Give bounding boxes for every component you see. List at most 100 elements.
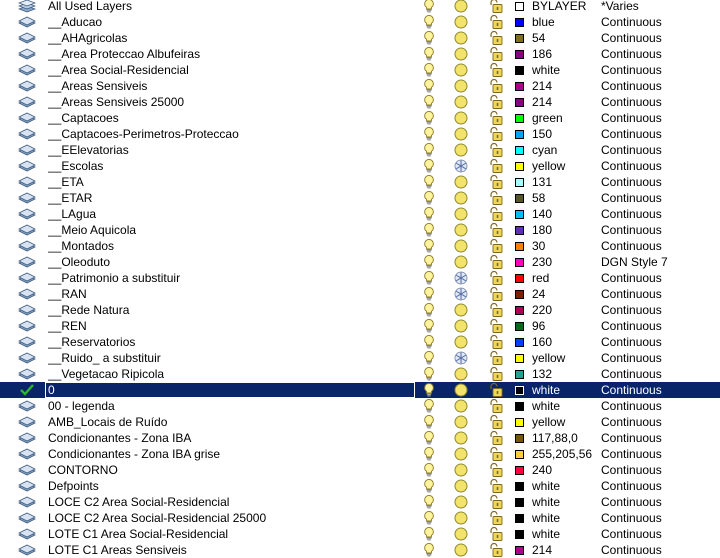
lightbulb-icon[interactable] [422, 334, 438, 350]
lock-icon[interactable] [488, 78, 504, 94]
layer-color-name[interactable]: white [532, 478, 596, 494]
sun-icon[interactable] [453, 190, 469, 206]
layer-icon[interactable] [18, 398, 44, 414]
layer-row[interactable]: Condicionantes - Zona IBA grise 255,205,… [0, 446, 720, 462]
snowflake-icon[interactable] [453, 158, 469, 174]
layer-name[interactable]: Condicionantes - Zona IBA grise [48, 446, 412, 462]
layer-linetype[interactable]: Continuous [601, 206, 701, 222]
lock-icon[interactable] [488, 398, 504, 414]
sun-icon[interactable] [453, 110, 469, 126]
layer-name[interactable]: __Areas Sensiveis [48, 78, 412, 94]
sun-icon[interactable] [453, 78, 469, 94]
lock-icon[interactable] [488, 462, 504, 478]
layer-name[interactable]: __Rede Natura [48, 302, 412, 318]
sun-icon[interactable] [453, 94, 469, 110]
layer-color-name[interactable]: 132 [532, 366, 596, 382]
layer-color-name[interactable]: 131 [532, 174, 596, 190]
layer-linetype[interactable]: Continuous [601, 414, 701, 430]
layer-linetype[interactable]: Continuous [601, 30, 701, 46]
layer-name[interactable]: LOCE C2 Area Social-Residencial 25000 [48, 510, 412, 526]
layer-linetype[interactable]: Continuous [601, 190, 701, 206]
layer-linetype[interactable]: Continuous [601, 158, 701, 174]
layer-linetype[interactable]: Continuous [601, 350, 701, 366]
layer-color-name[interactable]: 230 [532, 254, 596, 270]
layer-icon[interactable] [18, 350, 44, 366]
color-swatch[interactable] [515, 274, 524, 283]
layer-name[interactable]: __Captacoes [48, 110, 412, 126]
lightbulb-icon[interactable] [422, 222, 438, 238]
layer-name[interactable]: __Patrimonio a substituir [48, 270, 412, 286]
layer-name[interactable]: All Used Layers [48, 0, 412, 14]
lightbulb-icon[interactable] [422, 382, 438, 398]
layer-row[interactable]: __Areas Sensiveis 214 Continuous [0, 78, 720, 94]
sun-icon[interactable] [453, 0, 469, 14]
color-swatch[interactable] [515, 450, 524, 459]
layer-name[interactable]: __Montados [48, 238, 412, 254]
layer-row[interactable]: LOCE C2 Area Social-Residencial 25000 wh… [0, 510, 720, 526]
lock-icon[interactable] [488, 270, 504, 286]
lightbulb-icon[interactable] [422, 446, 438, 462]
snowflake-icon[interactable] [453, 350, 469, 366]
layer-color-name[interactable]: 58 [532, 190, 596, 206]
layer-row[interactable]: __LAgua 140 Continuous [0, 206, 720, 222]
color-swatch[interactable] [515, 498, 524, 507]
layer-icon[interactable] [18, 286, 44, 302]
lightbulb-icon[interactable] [422, 414, 438, 430]
layer-name[interactable]: __EElevatorias [48, 142, 412, 158]
layer-linetype[interactable]: Continuous [601, 174, 701, 190]
layer-row[interactable]: 00 - legenda white Continuous [0, 398, 720, 414]
layer-name[interactable]: LOCE C2 Area Social-Residencial [48, 494, 412, 510]
color-swatch[interactable] [515, 546, 524, 555]
layer-linetype[interactable]: Continuous [601, 366, 701, 382]
layer-name[interactable]: Defpoints [48, 478, 412, 494]
layer-row[interactable]: LOTE C1 Area Social-Residencial white Co… [0, 526, 720, 542]
layer-icon[interactable] [18, 94, 44, 110]
layer-name[interactable]: 00 - legenda [48, 398, 412, 414]
layer-linetype[interactable]: Continuous [601, 142, 701, 158]
layer-color-name[interactable]: 150 [532, 126, 596, 142]
layer-color-name[interactable]: cyan [532, 142, 596, 158]
layer-icon[interactable] [18, 126, 44, 142]
layer-linetype[interactable]: Continuous [601, 382, 701, 398]
lock-icon[interactable] [488, 222, 504, 238]
sun-icon[interactable] [453, 494, 469, 510]
lock-icon[interactable] [488, 334, 504, 350]
lock-icon[interactable] [488, 446, 504, 462]
layer-icon[interactable] [18, 238, 44, 254]
layer-icon[interactable] [18, 334, 44, 350]
layer-linetype[interactable]: Continuous [601, 446, 701, 462]
layer-row[interactable]: CONTORNO 240 Continuous [0, 462, 720, 478]
layer-row[interactable]: Condicionantes - Zona IBA 117,88,0 Conti… [0, 430, 720, 446]
sun-icon[interactable] [453, 46, 469, 62]
sun-icon[interactable] [453, 446, 469, 462]
layer-icon[interactable] [18, 254, 44, 270]
layer-row[interactable]: Defpoints white Continuous [0, 478, 720, 494]
color-swatch[interactable] [515, 34, 524, 43]
layer-linetype[interactable]: Continuous [601, 302, 701, 318]
lightbulb-icon[interactable] [422, 78, 438, 94]
layer-linetype[interactable]: Continuous [601, 526, 701, 542]
layer-linetype[interactable]: Continuous [601, 334, 701, 350]
color-swatch[interactable] [515, 466, 524, 475]
sun-icon[interactable] [453, 30, 469, 46]
lightbulb-icon[interactable] [422, 238, 438, 254]
color-swatch[interactable] [515, 50, 524, 59]
sun-icon[interactable] [453, 14, 469, 30]
layer-name[interactable]: __RAN [48, 286, 412, 302]
lightbulb-icon[interactable] [422, 510, 438, 526]
layer-icon[interactable] [18, 14, 44, 30]
lock-icon[interactable] [488, 110, 504, 126]
sun-icon[interactable] [453, 318, 469, 334]
layer-icon[interactable] [18, 30, 44, 46]
layer-name[interactable]: __Vegetacao Ripicola [48, 366, 412, 382]
lock-icon[interactable] [488, 478, 504, 494]
layer-color-name[interactable]: 220 [532, 302, 596, 318]
sun-icon[interactable] [453, 478, 469, 494]
sun-icon[interactable] [453, 382, 469, 398]
layer-color-name[interactable]: white [532, 526, 596, 542]
layer-icon[interactable] [18, 302, 44, 318]
layer-row[interactable]: All Used Layers BYLAYER *Varies [0, 0, 720, 14]
layer-linetype[interactable]: Continuous [601, 430, 701, 446]
layer-icon[interactable] [18, 174, 44, 190]
lightbulb-icon[interactable] [422, 430, 438, 446]
